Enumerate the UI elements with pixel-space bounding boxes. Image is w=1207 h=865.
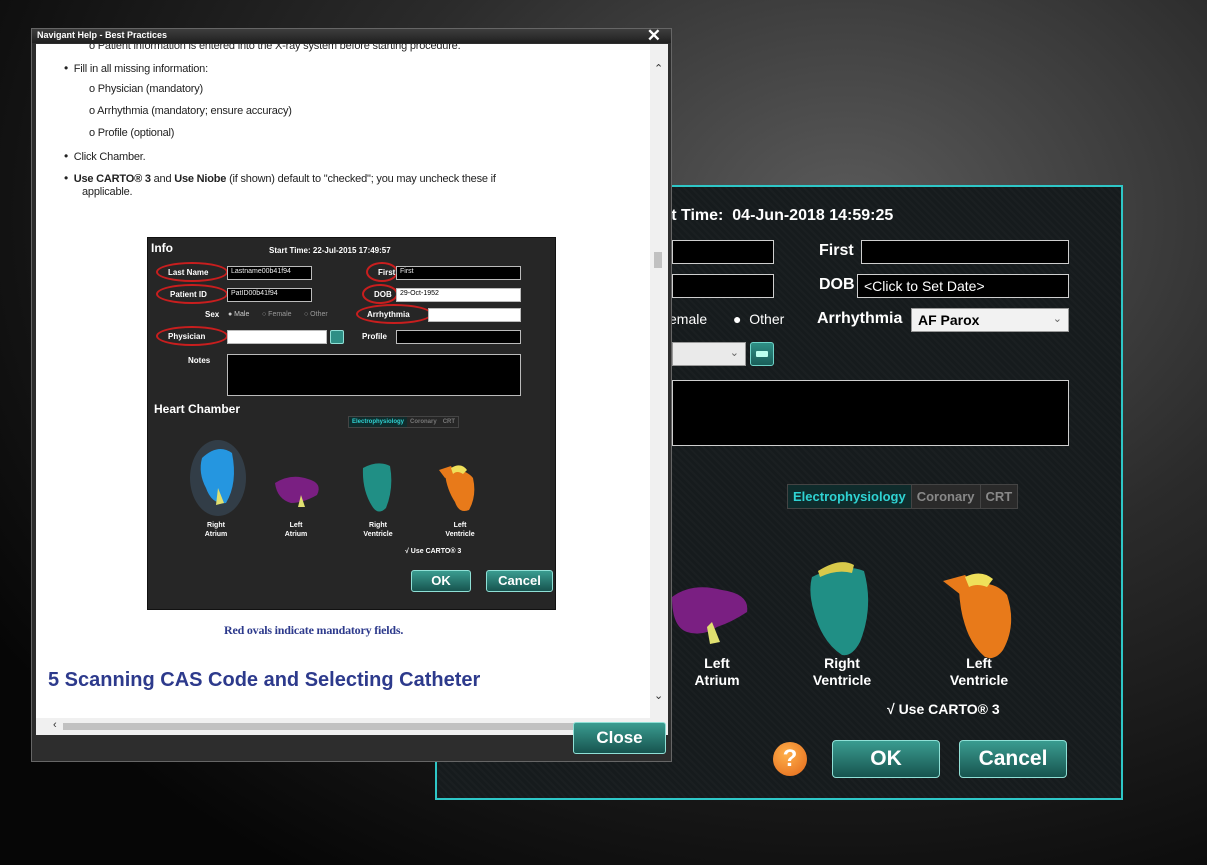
right-ventricle-label: Right Ventricle: [363, 522, 393, 538]
chamber-tabs: Electrophysiology Coronary CRT: [787, 484, 1019, 509]
arrhythmia-select: [428, 308, 521, 322]
tab-coronary: Coronary: [410, 419, 437, 425]
sex-male-radio: ● Male: [228, 311, 250, 318]
right-atrium-image: [190, 440, 246, 516]
sex-female-partial[interactable]: emale: [669, 311, 707, 327]
text-line: o Patient information is entered into th…: [89, 44, 461, 52]
dob-label: DOB: [819, 276, 855, 293]
start-time: rt Time: 04-Jun-2018 14:59:25: [665, 207, 894, 224]
mandatory-oval: [156, 284, 228, 304]
arrhythmia-select[interactable]: AF Parox ⌄: [911, 308, 1069, 332]
last-name-field: Lastname00b41f94: [227, 266, 312, 280]
physician-select[interactable]: ⌄: [672, 342, 746, 366]
help-window-titlebar[interactable]: Navigant Help - Best Practices ✕: [32, 26, 671, 46]
section-heading: 5 Scanning CAS Code and Selecting Cathet…: [48, 669, 481, 691]
scroll-up-icon[interactable]: ⌃: [654, 62, 663, 75]
right-ventricle-image[interactable]: [802, 557, 882, 662]
sex-other-radio: ○ Other: [304, 311, 328, 318]
left-ventricle-label: Left Ventricle: [949, 655, 1009, 688]
tab-crt[interactable]: CRT: [980, 485, 1018, 508]
radio-dot-icon: ●: [733, 311, 742, 327]
chevron-down-icon: ⌄: [1052, 313, 1062, 325]
arrhythmia-label: Arrhythmia: [817, 310, 903, 327]
text-line: applicable.: [82, 186, 133, 198]
dob-field: 29-Oct-1952: [396, 288, 521, 302]
help-window-title: Navigant Help - Best Practices: [37, 30, 168, 40]
use-carto-checkbox[interactable]: √ Use CARTO® 3: [887, 701, 1000, 717]
list-icon: [756, 351, 768, 357]
figure-caption: Red ovals indicate mandatory fields.: [224, 623, 404, 637]
ok-button: OK: [411, 570, 471, 592]
mandatory-oval: [156, 326, 228, 346]
tab-electrophysiology: Electrophysiology: [349, 417, 408, 427]
left-atrium-label: Left Atrium: [694, 655, 740, 688]
physician-manage-button: [330, 330, 344, 344]
physician-manage-button[interactable]: [750, 342, 774, 366]
scroll-left-icon[interactable]: ‹: [53, 719, 57, 731]
mandatory-oval: [156, 262, 228, 282]
left-ventricle-image: [439, 465, 475, 511]
sex-label: Sex: [205, 310, 220, 319]
help-window: Navigant Help - Best Practices ✕ o Patie…: [31, 26, 672, 762]
vertical-scrollbar[interactable]: ⌃ ⌄: [650, 44, 668, 718]
notes-label: Notes: [188, 356, 211, 365]
cancel-button[interactable]: Cancel: [959, 740, 1067, 778]
scroll-down-icon[interactable]: ⌄: [654, 689, 663, 702]
close-button[interactable]: Close: [573, 722, 666, 754]
tab-coronary[interactable]: Coronary: [911, 485, 981, 508]
embedded-screenshot: Info Start Time: 22-Jul-2015 17:49:57 La…: [147, 237, 556, 610]
heart-chamber-title: Heart Chamber: [154, 402, 241, 416]
sex-female-radio: ○ Female: [262, 311, 292, 318]
tab-crt: CRT: [442, 419, 456, 425]
sub-item: o Profile (optional): [89, 127, 175, 139]
left-atrium-label: Left Atrium: [284, 522, 308, 538]
bullet-item: • Click Chamber.: [64, 149, 146, 163]
scroll-thumb[interactable]: [63, 723, 603, 730]
help-content: o Patient information is entered into th…: [36, 44, 650, 718]
chevron-down-icon: ⌄: [729, 347, 739, 359]
patient-id-field: PatID00b41f94: [227, 288, 312, 302]
sub-item: o Arrhythmia (mandatory; ensure accuracy…: [89, 105, 292, 117]
mandatory-oval: [362, 284, 398, 304]
sex-other-radio[interactable]: ● Other: [733, 311, 784, 327]
first-name-field[interactable]: [861, 240, 1069, 264]
bullet-item: • Use CARTO® 3 and Use Niobe (if shown) …: [64, 171, 496, 185]
mandatory-oval: [356, 304, 432, 324]
help-icon[interactable]: ?: [773, 742, 807, 776]
scroll-thumb[interactable]: [654, 252, 662, 268]
start-time: Start Time: 22-Jul-2015 17:49:57: [269, 246, 391, 255]
tab-electrophysiology[interactable]: Electrophysiology: [788, 485, 912, 508]
right-ventricle-label: Right Ventricle: [812, 655, 872, 688]
profile-label: Profile: [362, 332, 387, 341]
chamber-tabs: Electrophysiology Coronary CRT: [348, 416, 460, 428]
left-ventricle-image[interactable]: [935, 565, 1025, 665]
profile-select: [396, 330, 521, 344]
first-name-field: First: [396, 266, 521, 280]
cancel-button: Cancel: [486, 570, 553, 592]
last-name-field[interactable]: [672, 240, 774, 264]
ok-button[interactable]: OK: [832, 740, 940, 778]
right-ventricle-image: [362, 463, 392, 512]
left-atrium-image[interactable]: [672, 582, 752, 652]
physician-select: [227, 330, 327, 344]
use-carto-checkbox: √ Use CARTO® 3: [405, 548, 462, 555]
info-title: Info: [151, 241, 173, 255]
mandatory-oval: [366, 262, 398, 282]
close-icon[interactable]: ✕: [647, 26, 661, 46]
right-atrium-label: Right Atrium: [204, 522, 228, 538]
first-label: First: [819, 242, 854, 259]
bullet-item: • Fill in all missing information:: [64, 61, 208, 75]
left-atrium-image: [275, 476, 319, 507]
notes-field: [227, 354, 521, 396]
notes-field[interactable]: [672, 380, 1069, 446]
left-ventricle-label: Left Ventricle: [445, 522, 475, 538]
sub-item: o Physician (mandatory): [89, 83, 204, 95]
dob-field[interactable]: <Click to Set Date>: [857, 274, 1069, 298]
patient-id-field[interactable]: [672, 274, 774, 298]
